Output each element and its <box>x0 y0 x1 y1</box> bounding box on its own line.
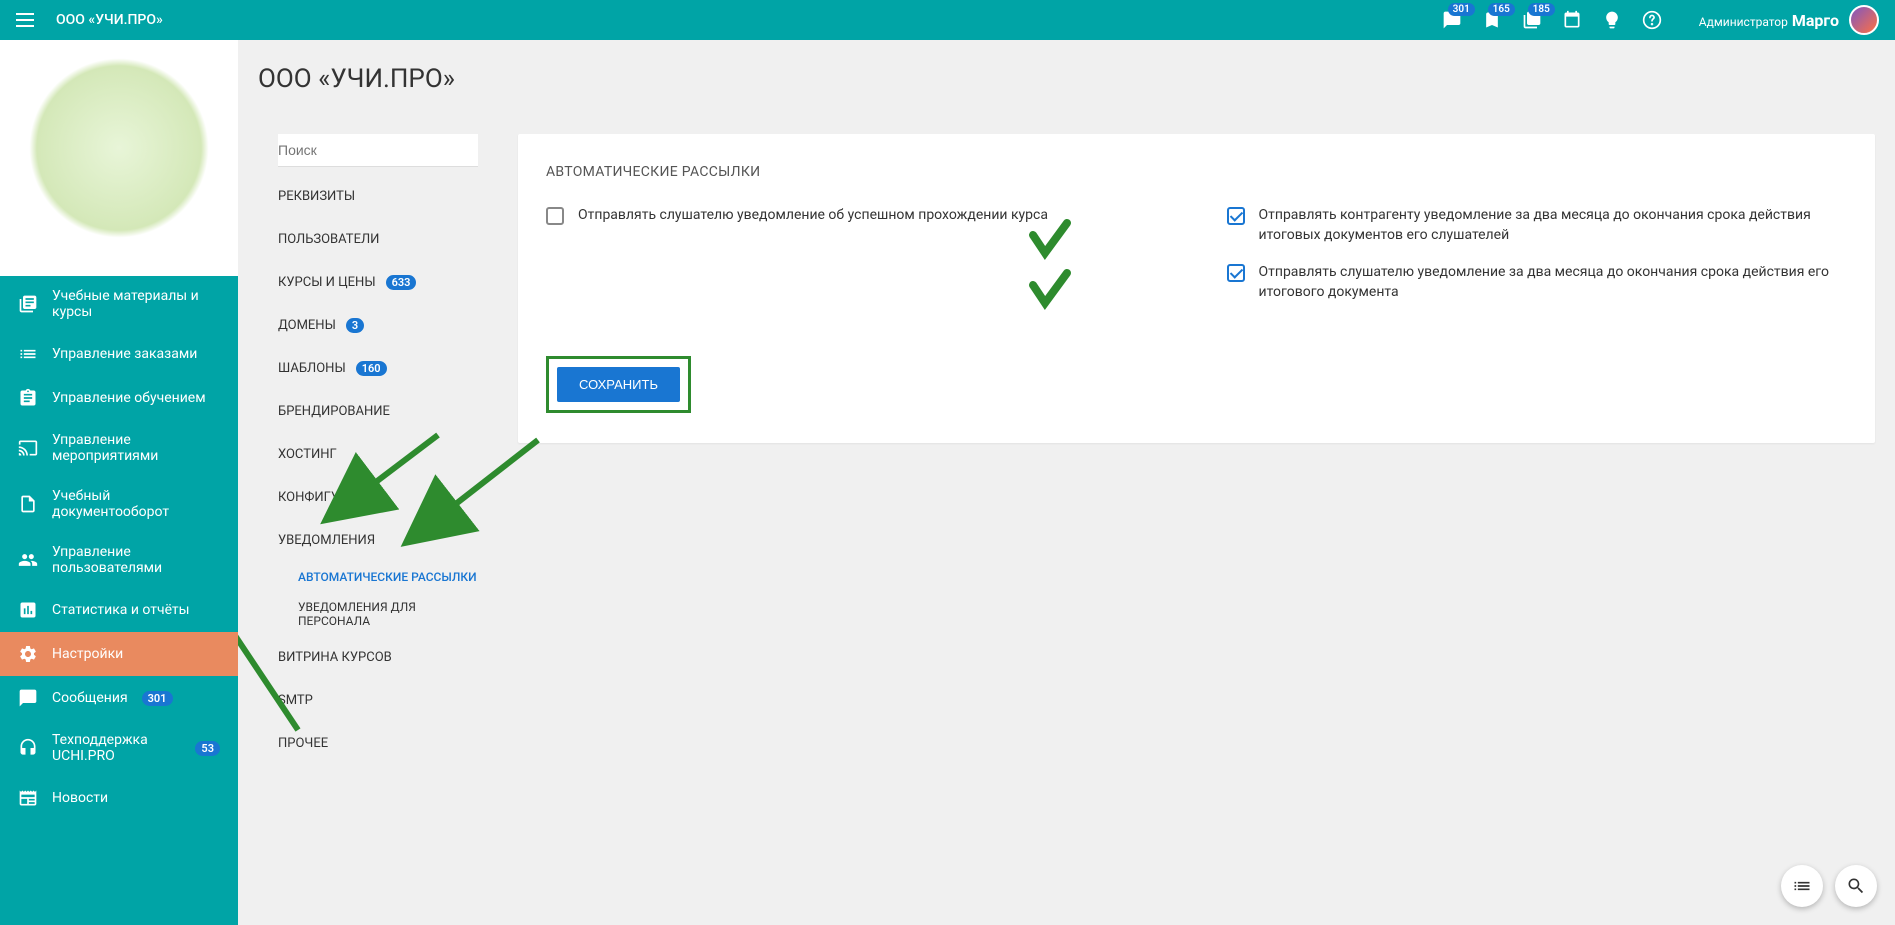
sidebar-item-label: Учебные материалы и курсы <box>52 288 220 320</box>
list-icon <box>18 344 38 364</box>
sec-item-domains[interactable]: ДОМЕНЫ3 <box>258 304 498 347</box>
sidebar-logo <box>0 40 238 276</box>
checkbox-notify-success[interactable]: Отправлять слушателю уведомление об успе… <box>546 206 1167 226</box>
sidebar-item-label: Управление обучением <box>52 390 206 406</box>
sidebar: Учебные материалы и курсы Управление зак… <box>0 40 238 925</box>
checkbox-notify-counterparty[interactable]: Отправлять контрагенту уведомление за дв… <box>1227 206 1848 245</box>
sidebar-item-messages[interactable]: Сообщения 301 <box>0 676 238 720</box>
fab-group <box>1781 865 1877 907</box>
sidebar-item-label: Настройки <box>52 646 123 662</box>
sidebar-item-label: Управление пользователями <box>52 544 220 576</box>
chart-icon <box>18 600 38 620</box>
sidebar-item-news[interactable]: Новости <box>0 776 238 820</box>
search-input[interactable] <box>278 134 478 167</box>
checkbox-label: Отправлять слушателю уведомление об успе… <box>578 206 1048 226</box>
sidebar-item-stats[interactable]: Статистика и отчёты <box>0 588 238 632</box>
bookmark2-badge: 185 <box>1528 3 1555 16</box>
messages-badge: 301 <box>142 691 173 706</box>
settings-card: АВТОМАТИЧЕСКИЕ РАССЫЛКИ Отправлять слуша… <box>518 134 1875 443</box>
menu-toggle-icon[interactable] <box>16 8 40 32</box>
file-icon <box>18 494 38 514</box>
assignment-icon <box>18 388 38 408</box>
sec-item-config[interactable]: КОНФИГУРАЦИЯ <box>258 476 498 519</box>
sidebar-item-label: Новости <box>52 790 108 806</box>
sec-item-showcase[interactable]: ВИТРИНА КУРСОВ <box>258 636 498 679</box>
sec-sub-staff-notif[interactable]: УВЕДОМЛЕНИЯ ДЛЯ ПЕРСОНАЛА <box>258 592 498 636</box>
sec-item-hosting[interactable]: ХОСТИНГ <box>258 433 498 476</box>
save-button[interactable]: СОХРАНИТЬ <box>557 367 680 402</box>
sidebar-item-users[interactable]: Управление пользователями <box>0 532 238 588</box>
gear-icon <box>18 644 38 664</box>
help-icon[interactable] <box>1639 7 1665 33</box>
sec-item-notifications[interactable]: УВЕДОМЛЕНИЯ <box>258 519 498 562</box>
people-icon <box>18 550 38 570</box>
chat-badge: 301 <box>1448 3 1475 16</box>
sidebar-item-support[interactable]: Техподдержка UCHI.PRO 53 <box>0 720 238 776</box>
app-title: ООО «УЧИ.ПРО» <box>56 12 163 28</box>
library-icon <box>18 294 38 314</box>
support-badge: 53 <box>195 741 220 756</box>
settings-nav: РЕКВИЗИТЫ ПОЛЬЗОВАТЕЛИ КУРСЫ И ЦЕНЫ633 Д… <box>258 134 498 765</box>
checkbox-notify-listener[interactable]: Отправлять слушателю уведомление за два … <box>1227 263 1848 302</box>
sidebar-item-settings[interactable]: Настройки <box>0 632 238 676</box>
checkbox-icon <box>1227 264 1245 282</box>
sidebar-item-materials[interactable]: Учебные материалы и курсы <box>0 276 238 332</box>
sidebar-item-events[interactable]: Управление мероприятиями <box>0 420 238 476</box>
chat-icon[interactable]: 301 <box>1439 7 1465 33</box>
checkbox-icon <box>546 207 564 225</box>
sidebar-item-label: Статистика и отчёты <box>52 602 190 618</box>
save-highlight: СОХРАНИТЬ <box>546 356 691 413</box>
sidebar-item-label: Управление мероприятиями <box>52 432 220 464</box>
sidebar-item-label: Сообщения <box>52 690 128 706</box>
sidebar-item-label: Техподдержка UCHI.PRO <box>52 732 181 764</box>
avatar <box>1849 5 1879 35</box>
bookmark1-icon[interactable]: 165 <box>1479 7 1505 33</box>
calendar-icon[interactable] <box>1559 7 1585 33</box>
checkbox-icon <box>1227 207 1245 225</box>
sidebar-item-docflow[interactable]: Учебный документооборот <box>0 476 238 532</box>
sec-item-requisites[interactable]: РЕКВИЗИТЫ <box>258 175 498 218</box>
user-name: Марго <box>1792 11 1839 30</box>
message-icon <box>18 688 38 708</box>
sec-item-users[interactable]: ПОЛЬЗОВАТЕЛИ <box>258 218 498 261</box>
sec-sub-auto-mailings[interactable]: АВТОМАТИЧЕСКИЕ РАССЫЛКИ <box>258 562 498 592</box>
fab-list[interactable] <box>1781 865 1823 907</box>
headset-icon <box>18 738 38 758</box>
topbar: ООО «УЧИ.ПРО» 301 165 185 Администратор … <box>0 0 1895 40</box>
news-icon <box>18 788 38 808</box>
sidebar-item-label: Управление заказами <box>52 346 197 362</box>
card-title: АВТОМАТИЧЕСКИЕ РАССЫЛКИ <box>546 164 1847 180</box>
sec-item-branding[interactable]: БРЕНДИРОВАНИЕ <box>258 390 498 433</box>
sec-item-other[interactable]: ПРОЧЕЕ <box>258 722 498 765</box>
cast-icon <box>18 438 38 458</box>
user-role: Администратор <box>1699 15 1788 29</box>
sidebar-item-label: Учебный документооборот <box>52 488 220 520</box>
checkbox-label: Отправлять контрагенту уведомление за дв… <box>1259 206 1848 245</box>
bookmark1-badge: 165 <box>1488 3 1515 16</box>
checkbox-label: Отправлять слушателю уведомление за два … <box>1259 263 1848 302</box>
sec-item-courses[interactable]: КУРСЫ И ЦЕНЫ633 <box>258 261 498 304</box>
page-title: ООО «УЧИ.ПРО» <box>258 64 1875 94</box>
bookmark2-icon[interactable]: 185 <box>1519 7 1545 33</box>
main-content: ООО «УЧИ.ПРО» РЕКВИЗИТЫ ПОЛЬЗОВАТЕЛИ КУР… <box>238 40 1895 925</box>
user-menu[interactable]: Администратор Марго <box>1699 5 1879 35</box>
sec-item-templates[interactable]: ШАБЛОНЫ160 <box>258 347 498 390</box>
fab-search[interactable] <box>1835 865 1877 907</box>
lightbulb-icon[interactable] <box>1599 7 1625 33</box>
sidebar-item-training[interactable]: Управление обучением <box>0 376 238 420</box>
sec-item-smtp[interactable]: SMTP <box>258 679 498 722</box>
sidebar-item-orders[interactable]: Управление заказами <box>0 332 238 376</box>
